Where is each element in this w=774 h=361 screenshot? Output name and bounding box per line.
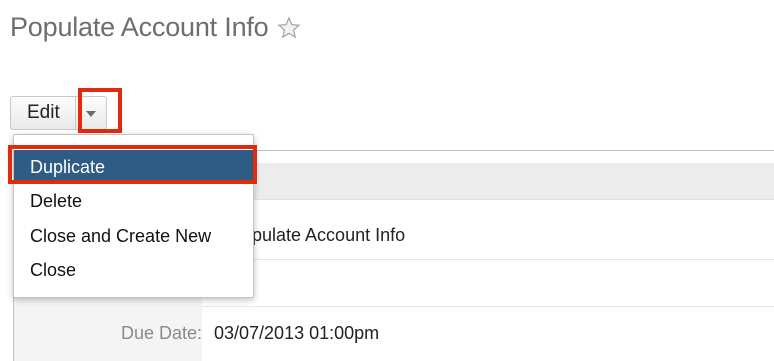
chevron-down-icon bbox=[86, 111, 96, 117]
record-title: Populate Account Info bbox=[10, 12, 269, 42]
edit-button-group: Edit bbox=[10, 96, 107, 130]
detail-row-due-date: Due Date: 03/07/2013 01:00pm bbox=[14, 306, 774, 361]
menu-item-close-and-create-new[interactable]: Close and Create New bbox=[14, 219, 253, 253]
actions-dropdown-button[interactable] bbox=[75, 96, 107, 130]
edit-button[interactable]: Edit bbox=[10, 96, 75, 130]
subject-value: pulate Account Info bbox=[252, 225, 406, 245]
menu-item-duplicate[interactable]: Duplicate bbox=[14, 150, 253, 184]
due-date-value: 03/07/2013 01:00pm bbox=[214, 323, 380, 343]
actions-dropdown-menu: Duplicate Delete Close and Create New Cl… bbox=[13, 134, 254, 298]
menu-item-delete[interactable]: Delete bbox=[14, 184, 253, 218]
due-date-label: Due Date: bbox=[120, 323, 202, 343]
page-title: Populate Account Info bbox=[10, 12, 301, 43]
favorite-star-icon[interactable] bbox=[276, 15, 301, 40]
menu-item-close[interactable]: Close bbox=[14, 253, 253, 287]
